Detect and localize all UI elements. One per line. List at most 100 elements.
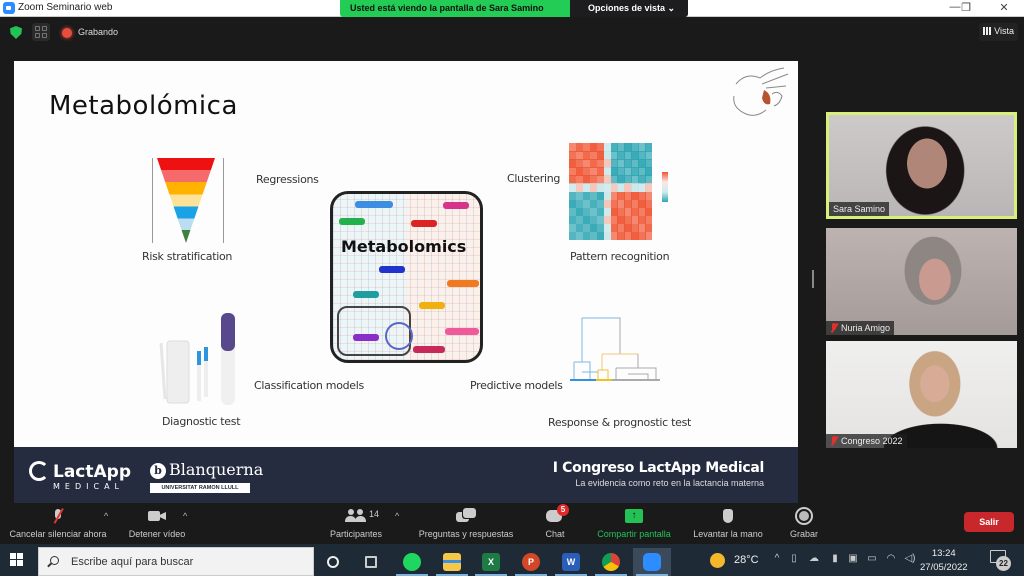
- chat-button[interactable]: 5 Chat: [538, 504, 572, 539]
- muted-mic-icon: [830, 436, 838, 445]
- participants-options-caret[interactable]: ^: [395, 511, 399, 521]
- share-banner-text: Usted está viendo la pantalla de Sara Sa…: [340, 0, 570, 17]
- video-tile[interactable]: Congreso 2022: [826, 341, 1017, 448]
- notification-count: 22: [996, 556, 1011, 571]
- meeting-controls-toolbar: Cancelar silenciar ahora ^ Detener vídeo…: [0, 503, 1024, 544]
- label-response-prognostic: Response & prognostic test: [548, 416, 692, 429]
- raise-hand-button[interactable]: Levantar la mano: [688, 507, 768, 539]
- windows-start-icon[interactable]: [10, 553, 24, 567]
- dendrogram-figure: [570, 317, 660, 381]
- window-title: Zoom Seminario web: [18, 2, 113, 13]
- powerpoint-icon: P: [522, 553, 540, 571]
- spotify-icon: [403, 553, 421, 571]
- microphone-icon[interactable]: ▮: [829, 553, 841, 565]
- participant-name: Nuria Amigo: [826, 321, 895, 335]
- folder-icon: [443, 553, 461, 571]
- participant-name: Sara Samino: [829, 202, 890, 216]
- chrome-icon: [602, 553, 620, 571]
- label-pattern-recognition: Pattern recognition: [570, 250, 670, 263]
- lactapp-logo: LactApp MEDICAL: [29, 461, 131, 491]
- slide-footer: LactApp MEDICAL b Blanquerna UNIVERSITAT …: [14, 447, 798, 503]
- panel-resize-handle[interactable]: [812, 270, 814, 288]
- chat-bubble-icon: 5: [546, 504, 569, 525]
- stop-video-button[interactable]: Detener vídeo: [124, 507, 190, 539]
- taskbar-app-word[interactable]: W: [552, 548, 590, 576]
- recording-dot-icon: [62, 28, 72, 38]
- shield-check-icon[interactable]: [7, 23, 25, 41]
- taskbar-app-zoom[interactable]: [633, 548, 671, 576]
- weather-sun-icon[interactable]: [710, 553, 725, 568]
- muted-mic-icon: [830, 323, 838, 332]
- grid-view-icon: [983, 27, 992, 35]
- label-predictive-models: Predictive models: [470, 379, 563, 392]
- taskbar-clock[interactable]: 13:24 27/05/2022: [920, 547, 968, 575]
- meeting-topbar: Grabando Vista: [0, 17, 1024, 49]
- participants-button[interactable]: 14 Participantes: [324, 507, 388, 539]
- weather-temperature[interactable]: 28°C: [734, 554, 759, 566]
- record-icon: [795, 507, 813, 525]
- taskbar-app-excel[interactable]: X: [472, 548, 510, 576]
- heatmap-legend: [662, 172, 668, 202]
- taskbar-app-file-explorer[interactable]: [433, 548, 471, 576]
- video-camera-icon: [148, 507, 166, 525]
- metabolomics-label: Metabolomics: [341, 237, 467, 256]
- taskbar-app-spotify[interactable]: [393, 548, 431, 576]
- chat-unread-badge: 5: [557, 504, 569, 516]
- restore-button[interactable]: ❐: [956, 1, 976, 14]
- audio-options-caret[interactable]: ^: [104, 511, 108, 521]
- heatmap-cell: [645, 231, 652, 240]
- leave-button[interactable]: Salir: [964, 512, 1014, 532]
- word-icon: W: [562, 553, 580, 571]
- chevron-up-icon[interactable]: ^: [771, 553, 783, 565]
- url-label: UNIVERSITAT RAMON LLULL: [150, 483, 250, 493]
- shared-screen-slide: Metabolómica Regressions Risk stratifica…: [14, 61, 798, 503]
- view-button[interactable]: Vista: [979, 23, 1018, 41]
- qa-button[interactable]: Preguntas y respuestas: [412, 507, 520, 539]
- wifi-icon[interactable]: ◠: [885, 553, 897, 565]
- video-tile[interactable]: Nuria Amigo: [826, 228, 1017, 335]
- microphone-muted-icon: [53, 507, 63, 525]
- label-diagnostic-test: Diagnostic test: [162, 415, 241, 428]
- label-risk-stratification: Risk stratification: [142, 250, 233, 263]
- video-options-caret[interactable]: ^: [183, 511, 187, 521]
- screen-share-banner: Usted está viendo la pantalla de Sara Sa…: [340, 0, 688, 17]
- search-placeholder: Escribe aquí para buscar: [71, 556, 194, 568]
- grid-apps-icon[interactable]: [32, 23, 50, 41]
- lactapp-swirl-icon: [29, 461, 49, 481]
- participants-icon: 14: [345, 507, 379, 525]
- cortana-icon[interactable]: [314, 548, 352, 576]
- risk-pyramid-figure: [152, 158, 224, 243]
- participant-name: Congreso 2022: [826, 434, 907, 448]
- qa-bubbles-icon: [456, 507, 476, 525]
- share-screen-button[interactable]: ↑ Compartir pantalla: [590, 507, 678, 539]
- raise-hand-icon: [721, 507, 735, 525]
- recording-status: Grabando: [78, 27, 119, 37]
- participants-count: 14: [369, 509, 380, 519]
- taskbar-app-chrome[interactable]: [592, 548, 630, 576]
- close-button[interactable]: ✕: [994, 1, 1014, 14]
- meet-now-icon[interactable]: ▯: [788, 553, 800, 565]
- zoom-app-icon: [3, 2, 15, 14]
- record-button[interactable]: Grabar: [786, 507, 822, 539]
- battery-icon[interactable]: ▭: [866, 553, 878, 565]
- blanquerna-logo: b Blanquerna: [150, 460, 263, 479]
- clock-time: 13:24: [931, 548, 956, 559]
- video-tile-active-speaker[interactable]: Sara Samino: [826, 112, 1017, 219]
- task-view-icon[interactable]: [352, 548, 390, 576]
- label-clustering: Clustering: [507, 172, 561, 185]
- onedrive-error-icon[interactable]: ☁: [808, 553, 820, 565]
- notification-center-icon[interactable]: 22: [990, 550, 1011, 571]
- view-label: Vista: [994, 26, 1014, 36]
- security-icon[interactable]: ▣: [847, 553, 859, 565]
- zoom-icon: [643, 553, 661, 571]
- unmute-button[interactable]: Cancelar silenciar ahora: [6, 507, 110, 539]
- metabolomics-map: Metabolomics: [330, 191, 483, 363]
- clock-date: 27/05/2022: [920, 562, 968, 573]
- diagnostic-test-illustration: [159, 313, 235, 405]
- taskbar-search-box[interactable]: Escribe aquí para buscar: [38, 547, 314, 576]
- taskbar-app-powerpoint[interactable]: P: [512, 548, 550, 576]
- label-regressions: Regressions: [256, 173, 319, 186]
- volume-icon[interactable]: ◁): [902, 553, 918, 565]
- view-options-dropdown[interactable]: Opciones de vista ⌄: [570, 0, 688, 17]
- breastfeeding-illustration: [733, 67, 789, 116]
